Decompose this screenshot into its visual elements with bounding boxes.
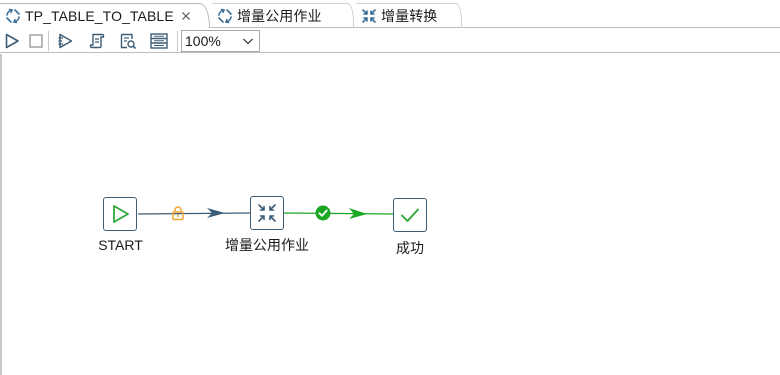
zoom-value: 100% [185,33,221,49]
start-node-label: START [98,237,143,253]
tab-label: TP_TABLE_TO_TABLE [25,8,174,24]
transformation-icon [362,9,376,23]
job-node[interactable] [250,196,284,230]
success-node-label: 成功 [396,240,424,256]
canvas-toolbar: 100% [0,29,780,53]
success-check-icon [401,208,419,222]
script-button[interactable] [87,31,107,51]
job-node-label: 增量公用作业 [225,237,309,253]
start-play-icon [113,205,129,223]
job-canvas[interactable]: START 增量公用作业 成功 [0,54,780,375]
sql-preview-button[interactable] [118,31,138,51]
job-icon [218,8,232,24]
tab-label: 增量转换 [381,8,438,24]
close-icon[interactable] [180,10,192,22]
hop-line-success [283,212,395,215]
sql-preview-icon [120,33,137,50]
tab-incremental-common-job[interactable]: 增量公用作业 [212,3,354,28]
toolbar-separator [177,31,178,51]
zoom-select[interactable]: 100% [181,30,260,52]
job-icon [258,204,276,222]
database-explorer-button[interactable] [149,31,169,51]
job-icon [6,8,20,24]
success-check-icon [315,205,331,221]
chevron-down-icon [243,38,253,45]
run-options-icon [58,33,73,49]
stop-button[interactable] [26,31,46,51]
lock-icon [172,206,184,221]
start-node[interactable] [103,197,137,231]
script-icon [89,33,105,49]
hop-condition-unconditional[interactable] [170,205,186,221]
hop-condition-success[interactable] [315,205,331,221]
run-button[interactable] [2,31,22,51]
tab-incremental-transformation[interactable]: 增量转换 [356,3,462,28]
database-explorer-icon [150,33,168,49]
run-icon [5,33,19,49]
editor-tab-bar: TP_TABLE_TO_TABLE 增量公用作业 增量转换 [0,0,780,28]
success-node[interactable] [393,198,427,232]
stop-icon [29,34,43,48]
tab-label: 增量公用作业 [237,8,322,24]
run-options-button[interactable] [56,31,76,51]
hop-line-unconditional [137,212,251,215]
tab-tp-table-to-table[interactable]: TP_TABLE_TO_TABLE [0,3,210,28]
toolbar-separator [48,31,49,51]
